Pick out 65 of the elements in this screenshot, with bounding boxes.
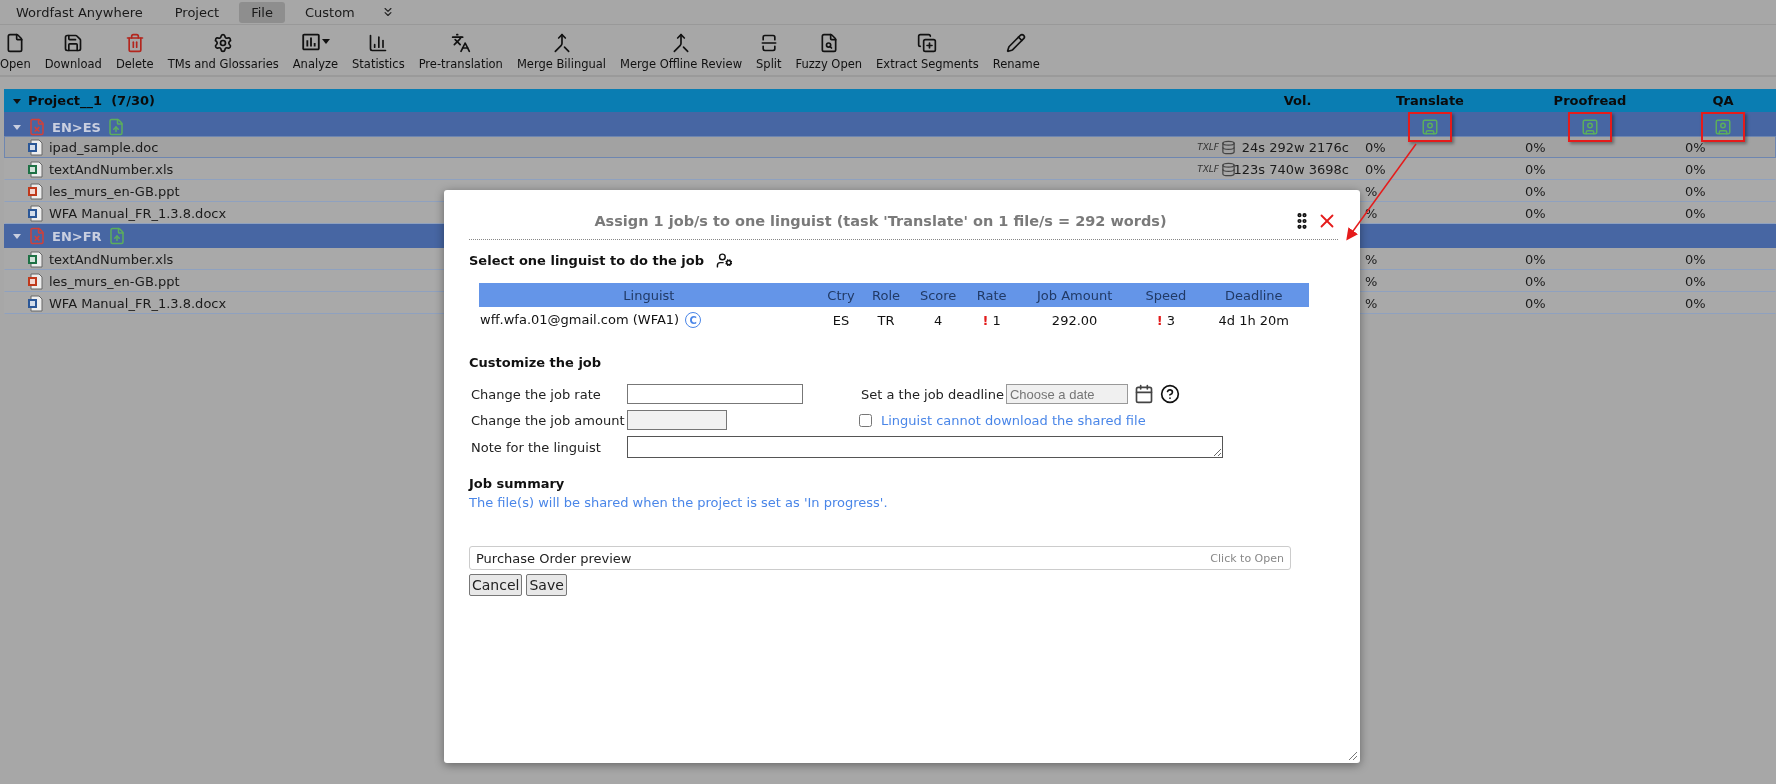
column-header: Translate [1396,93,1464,108]
column-header: Speed [1133,283,1199,307]
column-header: Deadline [1198,283,1309,307]
progress-cell-text: 0% [1684,251,1707,267]
file-name: WFA Manual_FR_1.3.8.docx [49,205,227,221]
summary-text: The file(s) will be shared when the project is set as 'In progress'. [469,495,889,510]
column-header: Rate [967,283,1016,307]
progress-cell-text: 0% [1524,139,1547,155]
file-name: ipad_sample.doc [49,139,159,155]
table-cell: ! 3 [1133,307,1199,333]
progress-cell-text: 0% [1524,205,1547,221]
checkbox-label: Linguist cannot download the shared file [881,412,1146,428]
table-cell: ! 1 [967,307,1016,333]
table-cell: 292.00 [1015,307,1134,333]
progress-cell-text: 0% [1524,161,1547,177]
progress-cell-text: 0% [1684,273,1707,289]
progress-cell-text: 0% [1524,273,1547,289]
field-label: Note for the linguist [470,439,602,455]
language-pair-label: EN>FR [52,228,102,244]
progress-cell-text: % [1364,273,1379,289]
column-header: Vol. [1283,93,1312,108]
format-label: TXLF [1197,164,1219,174]
column-header: Linguist [479,283,819,307]
progress-cell-text: 0% [1524,251,1547,267]
progress-cell-text: % [1364,183,1379,199]
file-name: les_murs_en-GB.ppt [49,273,180,289]
table-cell: wff.wfa.01@gmail.com (WFA1) C [479,307,819,333]
field-label: Change the job amount [470,412,626,428]
progress-cell-text: % [1364,295,1379,311]
progress-cell-text: 0% [1684,295,1707,311]
column-header: Score [908,283,968,307]
language-pair-label: EN>ES [52,119,101,135]
progress-cell-text: 0% [1364,161,1387,177]
column-header: Proofread [1553,93,1627,108]
volume-cell: 24s 292w 2176c [1241,139,1349,155]
column-header: QA [1712,93,1734,108]
column-header: Ctry [818,283,864,307]
field-label: Set a the job deadline [860,386,1004,402]
column-header: Role [863,283,909,307]
column-header: Job Amount [1015,283,1134,307]
dialog-title: Assign 1 job/s to one linguist (task 'Translate' on 1 file/s = 292 words) [593,213,1168,229]
table-cell: 4d 1h 20m [1198,307,1309,333]
format-label: TXLF [1197,142,1219,152]
table-cell: TR [863,307,909,333]
progress-cell-text: % [1364,251,1379,267]
progress-cell-text: 0% [1524,295,1547,311]
purchase-order-label: Purchase Order preview [476,550,632,566]
progress-cell-text: 0% [1684,161,1707,177]
file-name: WFA Manual_FR_1.3.8.docx [49,295,227,311]
volume-cell: 123s 740w 3698c [1233,161,1349,177]
table-cell: ES [818,307,864,333]
file-name: les_murs_en-GB.ppt [49,183,180,199]
progress-cell-text: 0% [1364,139,1387,155]
progress-cell-text: 0% [1524,183,1547,199]
section-heading: Select one linguist to do the job [469,253,705,268]
project-title: Project__1 (7/30) [28,93,155,108]
section-heading: Customize the job [469,355,602,370]
file-name: textAndNumber.xls [49,251,174,267]
progress-cell-text: 0% [1684,183,1707,199]
file-name: textAndNumber.xls [49,161,174,177]
progress-cell-text: 0% [1684,139,1707,155]
progress-cell-text: 0% [1684,205,1707,221]
section-heading: Job summary [469,476,565,491]
field-label: Change the job rate [470,386,602,402]
table-cell: 4 [908,307,968,333]
